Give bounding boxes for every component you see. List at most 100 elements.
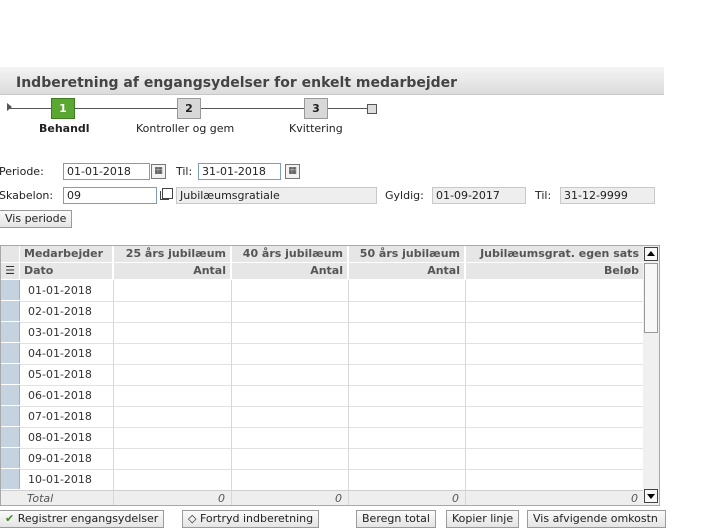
input-cell[interactable] [349, 364, 466, 385]
col-header-beloeb: Beløb [466, 263, 644, 279]
date-cell: 09-01-2018 [20, 448, 114, 469]
periode-til-label: Til: [176, 165, 193, 178]
col-header-medarbejder: Medarbejder [20, 246, 113, 262]
table-row[interactable]: 03-01-2018 [1, 322, 644, 344]
input-cell[interactable] [114, 301, 232, 322]
input-cell[interactable] [114, 364, 232, 385]
total-beloeb: 0 [631, 492, 638, 505]
row-selector[interactable] [1, 406, 20, 426]
input-cell[interactable] [466, 385, 644, 406]
input-cell[interactable] [349, 448, 466, 469]
col-header-egen-sats: Jubilæumsgrat. egen sats [466, 246, 644, 262]
date-cell: 06-01-2018 [20, 385, 114, 406]
stepper-start-marker [7, 103, 12, 111]
scroll-down-icon[interactable] [644, 489, 658, 503]
input-cell[interactable] [114, 448, 232, 469]
vis-periode-button[interactable]: Vis periode [0, 210, 73, 228]
input-cell[interactable] [114, 406, 232, 427]
grid-scrollbar[interactable] [643, 245, 660, 506]
input-cell[interactable] [466, 406, 644, 427]
row-selector[interactable] [1, 448, 20, 468]
table-row[interactable]: 06-01-2018 [1, 385, 644, 407]
input-cell[interactable] [466, 448, 644, 469]
kopier-linje-button[interactable]: Kopier linje [446, 510, 520, 528]
input-cell[interactable] [466, 469, 644, 490]
table-row[interactable]: 09-01-2018 [1, 448, 644, 470]
input-cell[interactable] [466, 364, 644, 385]
input-cell[interactable] [232, 469, 349, 490]
input-cell[interactable] [349, 280, 466, 301]
table-row[interactable]: 05-01-2018 [1, 364, 644, 386]
input-cell[interactable] [466, 280, 644, 301]
input-cell[interactable] [232, 406, 349, 427]
table-row[interactable]: 07-01-2018 [1, 406, 644, 428]
step-1-indicator[interactable]: 1 [51, 98, 75, 119]
input-cell[interactable] [114, 280, 232, 301]
calendar-icon[interactable]: ▦ [285, 164, 300, 179]
stepper-line [200, 108, 304, 109]
input-cell[interactable] [232, 280, 349, 301]
row-selector[interactable] [1, 301, 20, 321]
row-selector[interactable] [1, 427, 20, 447]
table-row[interactable]: 04-01-2018 [1, 343, 644, 365]
input-cell[interactable] [349, 469, 466, 490]
input-cell[interactable] [466, 427, 644, 448]
row-selector[interactable] [1, 343, 20, 363]
step-2-indicator[interactable]: 2 [177, 98, 201, 119]
skabelon-input[interactable]: 09 [63, 187, 157, 204]
table-row[interactable]: 08-01-2018 [1, 427, 644, 449]
scroll-thumb[interactable] [644, 263, 658, 333]
row-selector[interactable] [1, 469, 20, 489]
table-row[interactable]: 01-01-2018 [1, 280, 644, 302]
step-3-indicator[interactable]: 3 [304, 98, 328, 119]
input-cell[interactable] [466, 301, 644, 322]
step-2-label: Kontroller og gem [136, 122, 235, 135]
input-cell[interactable] [232, 385, 349, 406]
input-cell[interactable] [349, 343, 466, 364]
stepper-end-marker [367, 104, 377, 114]
registrer-button[interactable]: ✔ Registrer engangsydelser [0, 510, 165, 528]
date-cell: 01-01-2018 [20, 280, 114, 301]
input-cell[interactable] [114, 469, 232, 490]
date-cell: 05-01-2018 [20, 364, 114, 385]
scroll-up-icon[interactable] [644, 247, 658, 261]
fortryd-button[interactable]: ◇ Fortryd indberetning [182, 510, 320, 528]
input-cell[interactable] [349, 301, 466, 322]
input-cell[interactable] [466, 343, 644, 364]
input-cell[interactable] [349, 322, 466, 343]
step-1-label: Behandl [39, 122, 90, 135]
input-cell[interactable] [114, 385, 232, 406]
input-cell[interactable] [349, 385, 466, 406]
input-cell[interactable] [232, 448, 349, 469]
row-selector[interactable] [1, 385, 20, 405]
calendar-icon[interactable]: ▦ [151, 164, 166, 179]
fortryd-button-label: Fortryd indberetning [199, 512, 314, 525]
total-40-aar: 0 [232, 491, 349, 505]
vis-afvigende-button[interactable]: Vis afvigende omkostn [527, 510, 666, 528]
input-cell[interactable] [232, 322, 349, 343]
col-header-40-aar: 40 års jubilæum [232, 246, 348, 262]
table-row[interactable]: 02-01-2018 [1, 301, 644, 323]
lookup-icon[interactable] [160, 188, 173, 200]
input-cell[interactable] [466, 322, 644, 343]
table-row[interactable]: 10-01-2018 [1, 469, 644, 491]
periode-from-input[interactable]: 01-01-2018 [63, 163, 150, 180]
row-selector[interactable] [1, 280, 20, 300]
col-header-antal-1: Antal [114, 263, 231, 279]
input-cell[interactable] [114, 322, 232, 343]
input-cell[interactable] [232, 343, 349, 364]
row-settings-icon[interactable]: ☰ [1, 263, 20, 279]
input-cell[interactable] [114, 343, 232, 364]
input-cell[interactable] [232, 427, 349, 448]
checkmark-icon: ✔ [5, 512, 15, 525]
periode-to-input[interactable]: 31-01-2018 [198, 163, 281, 180]
input-cell[interactable] [114, 427, 232, 448]
input-cell[interactable] [232, 301, 349, 322]
beregn-total-button[interactable]: Beregn total [356, 510, 436, 528]
input-cell[interactable] [349, 427, 466, 448]
row-selector[interactable] [1, 364, 20, 384]
row-selector[interactable] [1, 322, 20, 342]
input-cell[interactable] [349, 406, 466, 427]
total-50-aar: 0 [349, 491, 466, 505]
input-cell[interactable] [232, 364, 349, 385]
